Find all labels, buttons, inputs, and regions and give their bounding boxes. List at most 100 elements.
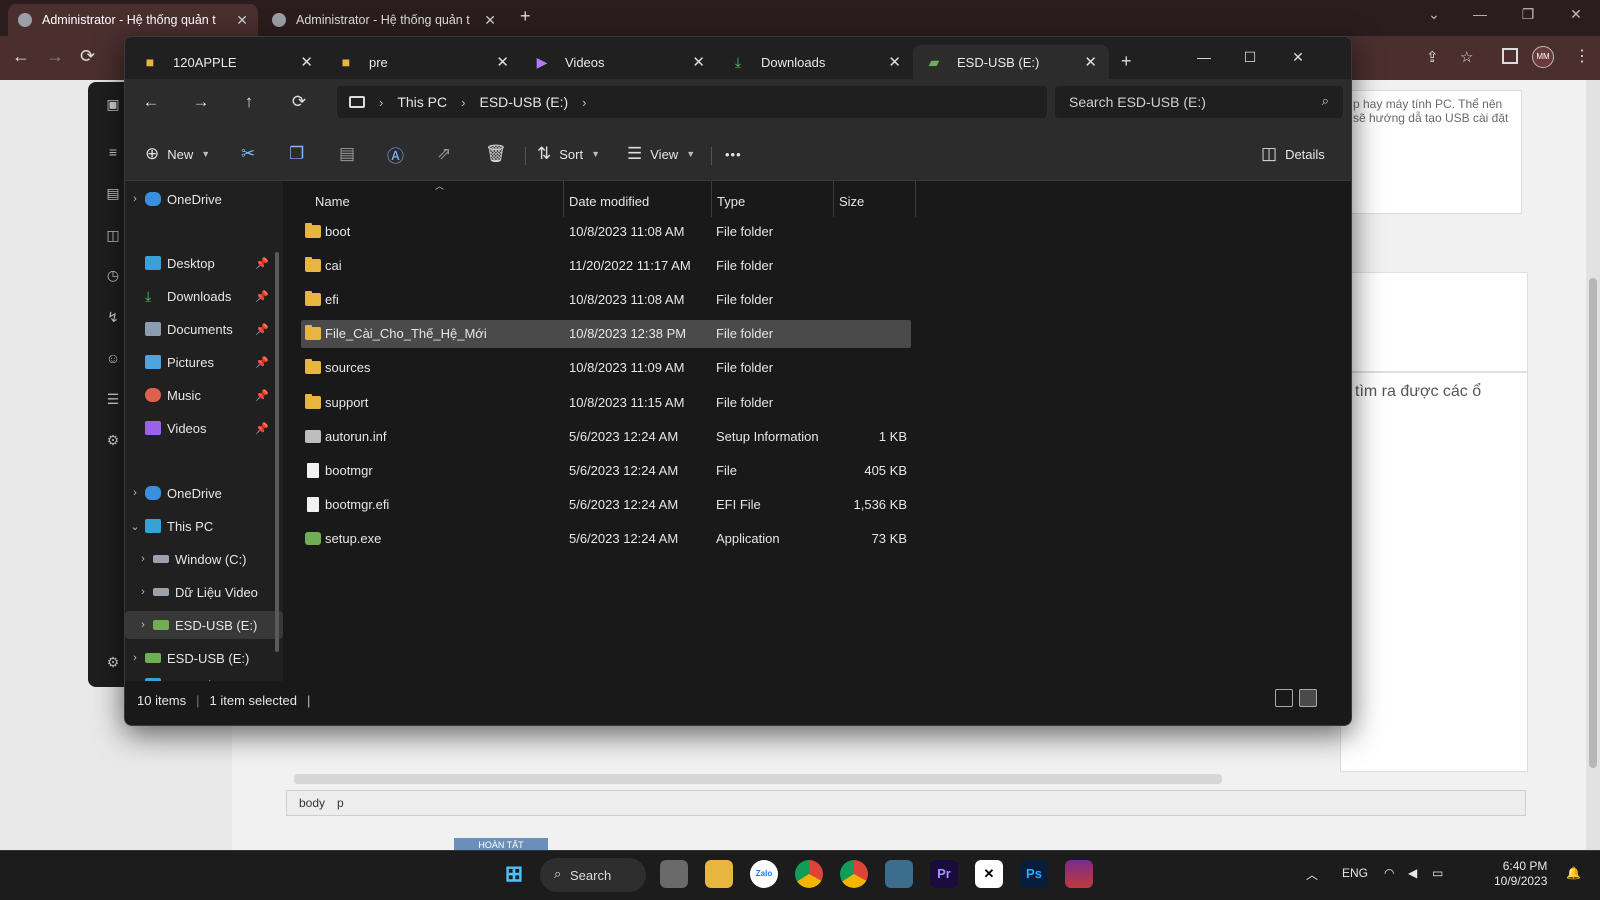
capcut-icon[interactable]: ✕ [975, 860, 1003, 888]
browser-new-tab-button[interactable]: + [520, 6, 531, 27]
pin-icon[interactable]: 📌 [255, 422, 269, 435]
editor-content-panel[interactable]: tìm ra được các ổ [1340, 372, 1528, 772]
paste-button[interactable]: ▤ [339, 139, 355, 169]
maximize-button[interactable]: ❐ [1508, 6, 1548, 23]
chevron-right-icon[interactable]: › [125, 487, 145, 499]
new-button[interactable]: ⊕ New ▼ [145, 139, 210, 169]
cut-button[interactable]: ✂ [241, 139, 255, 169]
chrome-icon[interactable] [840, 860, 868, 888]
file-row[interactable]: cai 11/20/2022 11:17 AM File folder [301, 251, 911, 279]
file-row-selected[interactable]: File_Cài_Cho_Thế_Hệ_Mới 10/8/2023 12:38 P… [301, 319, 911, 348]
task-view-icon[interactable] [660, 860, 688, 888]
minimize-button[interactable]: — [1460, 6, 1500, 22]
chevron-right-icon[interactable]: › [133, 619, 153, 631]
task-manager-icon[interactable] [885, 860, 913, 888]
users-icon[interactable]: ☺ [103, 348, 123, 368]
breadcrumb-this-pc[interactable]: This PC [397, 94, 447, 110]
battery-icon[interactable]: ▭ [1432, 866, 1443, 880]
nav-pane-scrollbar[interactable] [275, 252, 279, 652]
explorer-minimize-button[interactable]: — [1181, 43, 1227, 71]
search-input[interactable]: Search ESD-USB (E:) ⌕ [1055, 86, 1343, 118]
browser-tab-1[interactable]: Administrator - Hệ thống quản t ✕ [8, 4, 258, 36]
taskbar-search-button[interactable]: ⌕ Search [540, 858, 646, 892]
side-panel-icon[interactable] [1502, 48, 1518, 64]
details-view-icon[interactable] [1275, 689, 1293, 707]
nav-item-onedrive[interactable]: › OneDrive [125, 185, 283, 213]
nav-item-music[interactable]: Music 📌 [125, 381, 283, 409]
chevron-right-icon[interactable]: › [379, 95, 383, 110]
explorer-close-button[interactable]: ✕ [1275, 43, 1321, 71]
more-options-button[interactable]: ••• [725, 139, 742, 169]
details-pane-button[interactable]: ◫ Details [1261, 139, 1325, 169]
refresh-icon[interactable]: ⟳ [283, 87, 315, 117]
column-divider[interactable] [915, 181, 916, 217]
file-row[interactable]: bootmgr 5/6/2023 12:24 AM File 405 KB [301, 456, 911, 484]
chevron-right-icon[interactable]: › [125, 652, 145, 664]
file-explorer-taskbar-icon[interactable] [705, 860, 733, 888]
column-divider[interactable] [833, 181, 834, 217]
path-tag-p[interactable]: p [337, 796, 344, 810]
explorer-tab-120apple[interactable]: ■ 120APPLE ✕ [129, 45, 325, 79]
apps-icon[interactable]: ▤ [103, 183, 123, 203]
close-tab-icon[interactable]: ✕ [300, 53, 313, 71]
column-header-name[interactable]: Name [315, 187, 350, 215]
notification-bell-icon[interactable]: 🔔 [1566, 866, 1581, 880]
reload-icon[interactable]: ⟳ [80, 46, 95, 67]
close-tab-icon[interactable]: ✕ [496, 53, 509, 71]
startup-icon[interactable]: ↯ [103, 307, 123, 327]
breadcrumb-current[interactable]: ESD-USB (E:) [479, 94, 568, 110]
editor-horizontal-scrollbar[interactable] [294, 774, 1222, 784]
tab-search-icon[interactable]: ⌄ [1414, 6, 1454, 23]
performance-icon[interactable]: ◫ [103, 225, 123, 245]
close-tab-icon[interactable]: ✕ [1084, 53, 1097, 71]
nav-item-onedrive-2[interactable]: › OneDrive [125, 479, 283, 507]
nav-item-this-pc[interactable]: ⌄ This PC [125, 512, 283, 540]
menu-kebab-icon[interactable]: ⋮ [1574, 46, 1590, 66]
view-button[interactable]: ☰ View ▼ [627, 139, 695, 169]
show-hidden-icons[interactable]: ︿ [1306, 866, 1318, 883]
back-arrow-icon[interactable]: ← [135, 87, 167, 117]
file-row[interactable]: sources 10/8/2023 11:09 AM File folder [301, 354, 911, 382]
file-row[interactable]: boot 10/8/2023 11:08 AM File folder [301, 217, 911, 245]
path-tag-body[interactable]: body [299, 796, 325, 810]
photo-icon[interactable]: ▣ [103, 94, 123, 114]
close-tab-icon[interactable]: ✕ [236, 12, 248, 29]
profile-avatar[interactable]: MM [1532, 46, 1554, 68]
nav-item-pictures[interactable]: Pictures 📌 [125, 348, 283, 376]
nav-item-videos[interactable]: Videos 📌 [125, 414, 283, 442]
chevron-right-icon[interactable]: › [133, 586, 153, 598]
history-icon[interactable]: ◷ [103, 265, 123, 285]
close-window-button[interactable]: ✕ [1556, 6, 1596, 23]
close-tab-icon[interactable]: ✕ [888, 53, 901, 71]
nav-item-documents[interactable]: Documents 📌 [125, 315, 283, 343]
pin-icon[interactable]: 📌 [255, 290, 269, 303]
nav-item-desktop[interactable]: Desktop 📌 [125, 249, 283, 277]
back-icon[interactable]: ← [12, 46, 30, 67]
chrome-icon[interactable] [795, 860, 823, 888]
column-divider[interactable] [563, 181, 564, 217]
explorer-tab-downloads[interactable]: ⤓ Downloads ✕ [717, 45, 913, 79]
address-bar[interactable]: › This PC › ESD-USB (E:) › [337, 86, 1047, 118]
column-header-date[interactable]: Date modified [569, 187, 649, 215]
chevron-right-icon[interactable]: › [133, 553, 153, 565]
chevron-down-icon[interactable]: ⌄ [125, 520, 145, 533]
bookmark-star-icon[interactable]: ☆ [1460, 48, 1473, 66]
copy-button[interactable]: ❐ [289, 139, 304, 169]
forward-icon[interactable]: → [46, 46, 64, 67]
wifi-icon[interactable]: ◠ [1384, 866, 1394, 880]
chevron-right-icon[interactable]: › [461, 95, 465, 110]
share-icon[interactable]: ⇪ [1426, 48, 1439, 66]
file-row[interactable]: bootmgr.efi 5/6/2023 12:24 AM EFI File 1,53… [301, 491, 911, 519]
clock[interactable]: 6:40 PM 10/9/2023 [1494, 859, 1547, 889]
hamburger-menu-icon[interactable]: ≡ [103, 142, 123, 162]
chevron-right-icon[interactable]: › [582, 95, 586, 110]
rename-button[interactable]: Ⓐ [387, 139, 404, 169]
details-list-icon[interactable]: ☰ [103, 389, 123, 409]
pin-icon[interactable]: 📌 [255, 389, 269, 402]
volume-icon[interactable]: ◀ [1408, 866, 1417, 880]
nav-item-esd-usb-selected[interactable]: › ESD-USB (E:) [125, 611, 283, 639]
nav-item-esd-usb[interactable]: › ESD-USB (E:) [125, 644, 283, 672]
pin-icon[interactable]: 📌 [255, 257, 269, 270]
editor-text-box[interactable]: p hay máy tính PC. Thể nên sẽ hướng dẫ t… [1340, 90, 1522, 214]
browser-tab-2[interactable]: Administrator - Hệ thống quản t ✕ [262, 4, 506, 36]
